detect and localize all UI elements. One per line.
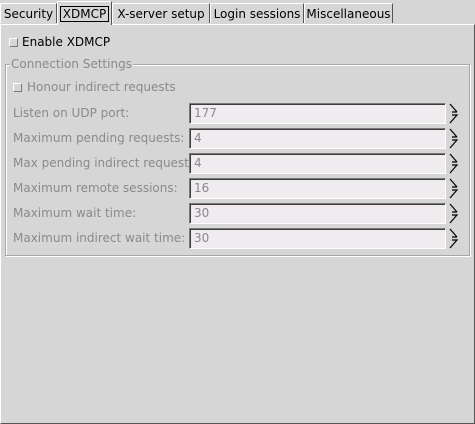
max-remote-sessions-label: Maximum remote sessions:: [13, 181, 178, 195]
tab-login-sessions-label: Login sessions: [213, 7, 301, 21]
max-pending-indirect-spin-icon[interactable]: [448, 153, 459, 174]
tab-x-server-setup[interactable]: X-server setup: [112, 3, 210, 23]
max-pending-label: Maximum pending requests:: [13, 131, 185, 145]
tab-x-server-setup-label: X-server setup: [117, 7, 205, 21]
udp-port-input[interactable]: 177: [189, 103, 446, 124]
max-wait-time-input[interactable]: 30: [189, 203, 446, 224]
tab-miscellaneous[interactable]: Miscellaneous: [304, 3, 393, 23]
tab-miscellaneous-label: Miscellaneous: [306, 7, 391, 21]
udp-port-spin-icon[interactable]: [448, 103, 459, 124]
max-pending-indirect-input[interactable]: 4: [189, 153, 446, 174]
max-remote-sessions-spin-icon[interactable]: [448, 178, 459, 199]
honour-indirect-checkbox[interactable]: [13, 83, 22, 92]
honour-indirect-label[interactable]: Honour indirect requests: [27, 80, 176, 94]
enable-xdmcp-label[interactable]: Enable XDMCP: [22, 35, 110, 49]
tab-xdmcp-label: XDMCP: [59, 6, 110, 22]
max-wait-time-label: Maximum wait time:: [13, 206, 137, 220]
tab-xdmcp[interactable]: XDMCP: [57, 1, 112, 25]
max-indirect-wait-time-spin-icon[interactable]: [448, 228, 459, 249]
max-pending-spin-icon[interactable]: [448, 128, 459, 149]
tab-security-label: Security: [3, 7, 54, 21]
max-remote-sessions-input[interactable]: 16: [189, 178, 446, 199]
max-wait-time-spin-icon[interactable]: [448, 203, 459, 224]
tab-login-sessions[interactable]: Login sessions: [210, 3, 304, 23]
tab-security[interactable]: Security: [0, 3, 57, 23]
max-pending-input[interactable]: 4: [189, 128, 446, 149]
max-pending-indirect-label: Max pending indirect requests:: [13, 156, 200, 170]
tab-bar: Security XDMCP X-server setup Login sess…: [0, 0, 475, 25]
udp-port-label: Listen on UDP port:: [13, 106, 130, 120]
max-indirect-wait-time-input[interactable]: 30: [189, 228, 446, 249]
enable-xdmcp-checkbox[interactable]: [9, 38, 18, 47]
max-indirect-wait-time-label: Maximum indirect wait time:: [13, 231, 186, 245]
connection-settings-title: Connection Settings: [10, 57, 133, 71]
